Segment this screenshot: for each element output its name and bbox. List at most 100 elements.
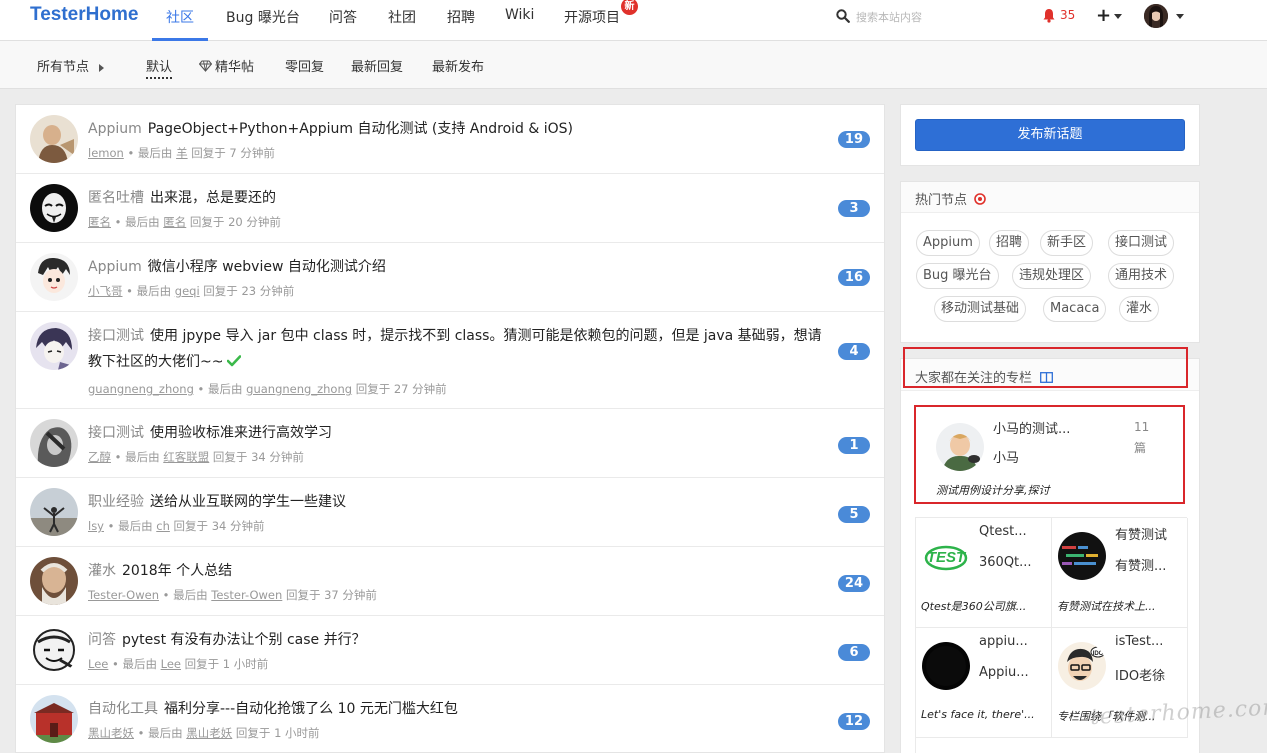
column-author: IDO老徐: [1115, 669, 1166, 684]
topic-node[interactable]: 接口测试: [88, 425, 144, 441]
user-menu-chevron-icon[interactable]: [1176, 14, 1184, 19]
tab-last-created[interactable]: 最新发布: [432, 56, 484, 75]
topic-author[interactable]: lemon: [88, 146, 124, 160]
node-tag[interactable]: 违规处理区: [1012, 263, 1092, 289]
topic-title-line: 灌水 2018年 个人总结: [88, 558, 828, 584]
search-icon[interactable]: [836, 9, 850, 23]
node-tag[interactable]: Macaca: [1043, 296, 1107, 322]
tab-no-reply[interactable]: 零回复: [285, 56, 324, 75]
avatar[interactable]: [30, 115, 78, 163]
topic-node[interactable]: 自动化工具: [88, 701, 158, 717]
reply-count-badge[interactable]: 4: [838, 343, 870, 360]
topic-title[interactable]: 送给从业互联网的学生一些建议: [150, 494, 346, 510]
topic-title[interactable]: 使用 jpype 导入 jar 包中 class 时，提示找不到 class。猜…: [88, 328, 822, 370]
avatar[interactable]: [30, 322, 78, 370]
nav-qa[interactable]: 问答: [329, 7, 357, 27]
topic-title[interactable]: 使用验收标准来进行高效学习: [150, 425, 332, 441]
nav-bug-board[interactable]: Bug 曝光台: [226, 7, 300, 27]
node-tag[interactable]: 接口测试: [1108, 230, 1175, 256]
topic-title-line: Appium 微信小程序 webview 自动化测试介绍: [88, 254, 828, 280]
reply-count-badge[interactable]: 1: [838, 437, 870, 454]
reply-count-badge[interactable]: 6: [838, 644, 870, 661]
topic-node[interactable]: 匿名吐槽: [88, 190, 144, 206]
topic-node[interactable]: Appium: [88, 259, 142, 275]
reply-count-badge[interactable]: 24: [837, 575, 870, 592]
topic-node[interactable]: 灌水: [88, 563, 116, 579]
avatar[interactable]: [30, 253, 78, 301]
avatar[interactable]: [30, 184, 78, 232]
node-tag[interactable]: 移动测试基础: [934, 296, 1027, 322]
topic-author[interactable]: lsy: [88, 519, 104, 533]
topic-author[interactable]: Lee: [88, 657, 108, 671]
avatar[interactable]: [30, 626, 78, 674]
avatar[interactable]: [30, 557, 78, 605]
bell-icon[interactable]: [1042, 8, 1056, 23]
topic-meta: Tester-Owen • 最后由 Tester-Owen 回复于 37 分钟前: [88, 588, 377, 602]
node-tag[interactable]: Appium: [916, 230, 980, 256]
topic-author[interactable]: 黑山老妖: [88, 726, 134, 740]
avatar[interactable]: [30, 488, 78, 536]
node-tag[interactable]: Bug 曝光台: [916, 263, 999, 289]
reply-count-badge[interactable]: 16: [837, 269, 870, 286]
last-reply-user[interactable]: 黑山老妖: [186, 726, 232, 740]
node-tag[interactable]: 招聘: [989, 230, 1030, 256]
last-reply-user[interactable]: Lee: [161, 657, 181, 671]
topic-node[interactable]: 接口测试: [88, 328, 144, 344]
last-reply-user[interactable]: guangneng_zhong: [246, 382, 352, 396]
avatar: IDO: [1058, 642, 1106, 690]
topic-author[interactable]: 匿名: [88, 215, 111, 229]
topic-title[interactable]: 福利分享---自动化抢饿了么 10 元无门槛大红包: [164, 701, 458, 717]
avatar[interactable]: [30, 695, 78, 743]
reply-count-badge[interactable]: 12: [837, 713, 870, 730]
tab-default[interactable]: 默认: [146, 56, 173, 79]
node-tag[interactable]: 灌水: [1119, 296, 1160, 322]
reply-time: 回复于 34 分钟前: [173, 519, 265, 533]
last-reply-user[interactable]: 匿名: [163, 215, 186, 229]
reply-count-badge[interactable]: 3: [838, 200, 870, 217]
last-reply-user[interactable]: Tester-Owen: [211, 588, 282, 602]
topic-title[interactable]: 出来混，总是要还的: [150, 190, 276, 206]
search-input[interactable]: [856, 8, 1016, 26]
topic-author[interactable]: 乙醇: [88, 450, 111, 464]
tab-excellent[interactable]: 精华帖: [199, 56, 254, 75]
nav-community[interactable]: 社区: [166, 7, 194, 27]
chevron-down-icon: [1114, 13, 1123, 19]
last-reply-user[interactable]: ch: [156, 519, 170, 533]
column-card[interactable]: TEST Qtest... 360Qt... Qtest是360公司旗...: [916, 518, 1052, 628]
last-reply-user[interactable]: geqi: [175, 284, 200, 298]
topic-author[interactable]: Tester-Owen: [88, 588, 159, 602]
topic-node[interactable]: 职业经验: [88, 494, 144, 510]
column-title: 有赞测试: [1115, 528, 1168, 543]
last-reply-user[interactable]: 羊: [176, 146, 188, 160]
node-tag[interactable]: 通用技术: [1108, 263, 1175, 289]
topic-meta: lemon • 最后由 羊 回复于 7 分钟前: [88, 146, 275, 160]
topic-title[interactable]: 2018年 个人总结: [122, 563, 232, 579]
brand-logo[interactable]: TesterHome: [30, 4, 138, 26]
topic-author[interactable]: 小飞哥: [88, 284, 123, 298]
tab-last-reply[interactable]: 最新回复: [351, 56, 403, 75]
nav-jobs[interactable]: 招聘: [447, 7, 475, 27]
topic-author[interactable]: guangneng_zhong: [88, 382, 194, 396]
reply-count-badge[interactable]: 5: [838, 506, 870, 523]
topic-node[interactable]: 问答: [88, 632, 116, 648]
column-card[interactable]: 有赞测试 有赞测... 有赞测试在技术上...: [1052, 518, 1188, 628]
last-reply-user[interactable]: 红客联盟: [163, 450, 209, 464]
column-card[interactable]: appiu... Appiu... Let's face it, there'.…: [916, 628, 1052, 738]
last-by-label: 最后由: [125, 450, 160, 464]
column-title: isTest...: [1115, 634, 1164, 649]
all-nodes-menu[interactable]: 所有节点: [37, 56, 105, 75]
node-tag[interactable]: 新手区: [1040, 230, 1094, 256]
nav-opensource[interactable]: 开源项目: [564, 7, 620, 27]
reply-count-badge[interactable]: 19: [837, 131, 870, 148]
new-topic-button[interactable]: 发布新话题: [915, 119, 1185, 151]
notification-count[interactable]: 35: [1060, 8, 1075, 22]
topic-title[interactable]: PageObject+Python+Appium 自动化测试 (支持 Andro…: [148, 121, 573, 137]
user-avatar[interactable]: [1144, 4, 1168, 28]
topic-title[interactable]: pytest 有没有办法让个别 case 并行？: [122, 632, 366, 648]
nav-wiki[interactable]: Wiki: [505, 7, 534, 23]
topic-title[interactable]: 微信小程序 webview 自动化测试介绍: [148, 259, 386, 275]
nav-groups[interactable]: 社团: [388, 7, 416, 27]
topic-node[interactable]: Appium: [88, 121, 142, 137]
create-menu[interactable]: +: [1096, 5, 1123, 26]
avatar[interactable]: [30, 419, 78, 467]
